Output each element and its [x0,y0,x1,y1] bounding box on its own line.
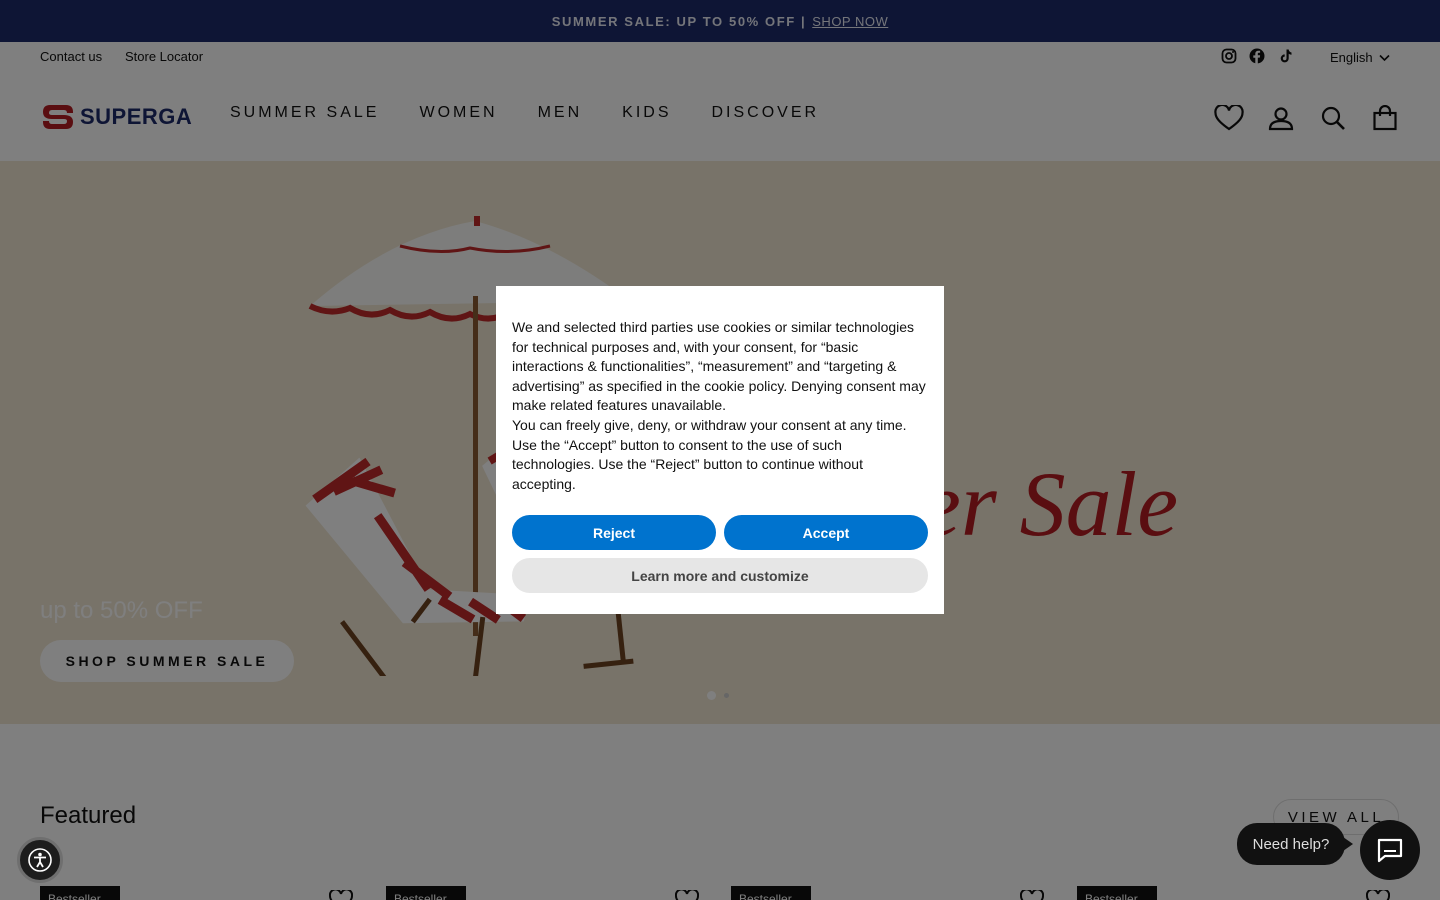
chat-button[interactable] [1360,820,1420,880]
reject-button[interactable]: Reject [512,515,716,551]
tooltip-pointer [1343,837,1353,851]
customize-button[interactable]: Learn more and customize [512,558,928,594]
accessibility-button[interactable] [17,837,63,883]
cookie-text-2: You can freely give, deny, or withdraw y… [512,416,907,492]
cookie-consent-dialog: We and selected third parties use cookie… [496,286,944,614]
need-help-tooltip[interactable]: Need help? [1237,823,1345,865]
cookie-text-1: We and selected third parties use cookie… [512,319,926,414]
accessibility-icon [28,848,52,872]
accept-button[interactable]: Accept [724,515,928,551]
chat-icon [1377,838,1403,863]
